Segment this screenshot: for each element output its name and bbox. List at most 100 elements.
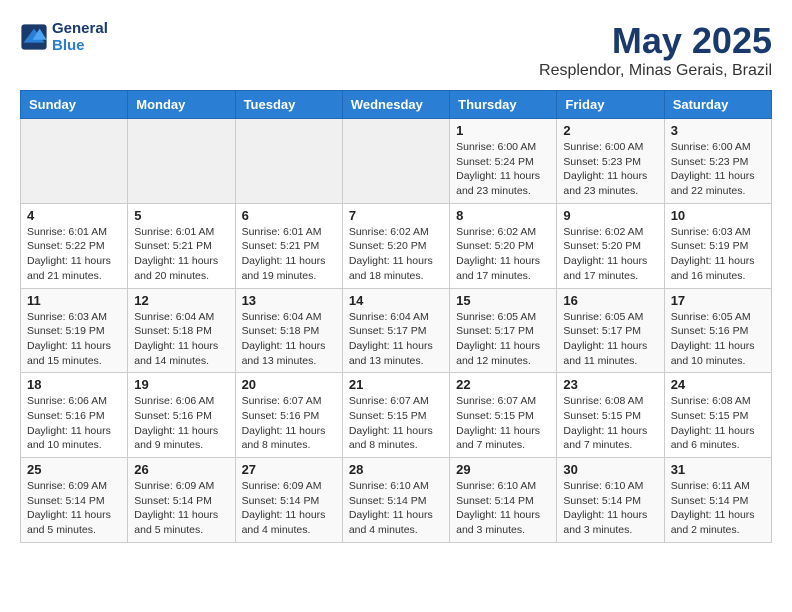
calendar-cell: 30 Sunrise: 6:10 AM Sunset: 5:14 PM Dayli… xyxy=(557,458,664,543)
day-info: Sunrise: 6:02 AM Sunset: 5:20 PM Dayligh… xyxy=(349,225,443,284)
logo-icon xyxy=(20,23,48,51)
day-info: Sunrise: 6:02 AM Sunset: 5:20 PM Dayligh… xyxy=(456,225,550,284)
calendar-cell: 5Sunrise: 6:01 AM Sunset: 5:21 PM Daylig… xyxy=(128,203,235,288)
logo-text: General Blue xyxy=(52,20,108,54)
day-number: 29 xyxy=(456,462,550,477)
calendar-cell: 16Sunrise: 6:05 AM Sunset: 5:17 PM Dayli… xyxy=(557,288,664,373)
header: General Blue May 2025 Resplendor, Minas … xyxy=(20,20,772,80)
day-info: Sunrise: 6:09 AM Sunset: 5:14 PM Dayligh… xyxy=(134,479,228,538)
day-number: 25 xyxy=(27,462,121,477)
day-info: Sunrise: 6:07 AM Sunset: 5:16 PM Dayligh… xyxy=(242,394,336,453)
calendar-cell: 9 Sunrise: 6:02 AM Sunset: 5:20 PM Daylig… xyxy=(557,203,664,288)
calendar-cell: 2Sunrise: 6:00 AM Sunset: 5:23 PM Daylig… xyxy=(557,119,664,204)
day-info: Sunrise: 6:05 AM Sunset: 5:16 PM Dayligh… xyxy=(671,310,765,369)
day-info: Sunrise: 6:03 AM Sunset: 5:19 PM Dayligh… xyxy=(27,310,121,369)
calendar-cell: 26 Sunrise: 6:09 AM Sunset: 5:14 PM Dayli… xyxy=(128,458,235,543)
calendar-cell xyxy=(21,119,128,204)
calendar-body: 1Sunrise: 6:00 AM Sunset: 5:24 PM Daylig… xyxy=(21,119,772,543)
calendar-cell: 18 Sunrise: 6:06 AM Sunset: 5:16 PM Dayli… xyxy=(21,373,128,458)
header-day-tuesday: Tuesday xyxy=(235,91,342,119)
calendar-cell: 4 Sunrise: 6:01 AM Sunset: 5:22 PM Daylig… xyxy=(21,203,128,288)
calendar-cell: 23Sunrise: 6:08 AM Sunset: 5:15 PM Dayli… xyxy=(557,373,664,458)
calendar-cell: 17 Sunrise: 6:05 AM Sunset: 5:16 PM Dayli… xyxy=(664,288,771,373)
header-day-saturday: Saturday xyxy=(664,91,771,119)
title-area: May 2025 Resplendor, Minas Gerais, Brazi… xyxy=(539,20,772,80)
day-info: Sunrise: 6:00 AM Sunset: 5:23 PM Dayligh… xyxy=(563,140,657,199)
header-day-thursday: Thursday xyxy=(450,91,557,119)
calendar-cell: 19 Sunrise: 6:06 AM Sunset: 5:16 PM Dayli… xyxy=(128,373,235,458)
day-info: Sunrise: 6:06 AM Sunset: 5:16 PM Dayligh… xyxy=(27,394,121,453)
calendar-table: SundayMondayTuesdayWednesdayThursdayFrid… xyxy=(20,90,772,543)
day-number: 14 xyxy=(349,293,443,308)
day-info: Sunrise: 6:01 AM Sunset: 5:21 PM Dayligh… xyxy=(134,225,228,284)
calendar-cell: 31Sunrise: 6:11 AM Sunset: 5:14 PM Dayli… xyxy=(664,458,771,543)
day-info: Sunrise: 6:09 AM Sunset: 5:14 PM Dayligh… xyxy=(27,479,121,538)
header-day-wednesday: Wednesday xyxy=(342,91,449,119)
calendar-cell: 21 Sunrise: 6:07 AM Sunset: 5:15 PM Dayli… xyxy=(342,373,449,458)
week-row-2: 4 Sunrise: 6:01 AM Sunset: 5:22 PM Daylig… xyxy=(21,203,772,288)
day-number: 30 xyxy=(563,462,657,477)
header-day-monday: Monday xyxy=(128,91,235,119)
calendar-cell: 25 Sunrise: 6:09 AM Sunset: 5:14 PM Dayli… xyxy=(21,458,128,543)
day-number: 13 xyxy=(242,293,336,308)
day-number: 4 xyxy=(27,208,121,223)
day-info: Sunrise: 6:07 AM Sunset: 5:15 PM Dayligh… xyxy=(349,394,443,453)
calendar-cell: 12Sunrise: 6:04 AM Sunset: 5:18 PM Dayli… xyxy=(128,288,235,373)
day-info: Sunrise: 6:02 AM Sunset: 5:20 PM Dayligh… xyxy=(563,225,657,284)
calendar-cell: 15Sunrise: 6:05 AM Sunset: 5:17 PM Dayli… xyxy=(450,288,557,373)
day-number: 8 xyxy=(456,208,550,223)
day-info: Sunrise: 6:04 AM Sunset: 5:18 PM Dayligh… xyxy=(242,310,336,369)
week-row-3: 11 Sunrise: 6:03 AM Sunset: 5:19 PM Dayli… xyxy=(21,288,772,373)
day-number: 20 xyxy=(242,377,336,392)
week-row-5: 25 Sunrise: 6:09 AM Sunset: 5:14 PM Dayli… xyxy=(21,458,772,543)
day-number: 27 xyxy=(242,462,336,477)
day-number: 6 xyxy=(242,208,336,223)
day-number: 7 xyxy=(349,208,443,223)
day-info: Sunrise: 6:00 AM Sunset: 5:23 PM Dayligh… xyxy=(671,140,765,199)
calendar-cell: 3 Sunrise: 6:00 AM Sunset: 5:23 PM Daylig… xyxy=(664,119,771,204)
calendar-cell: 8 Sunrise: 6:02 AM Sunset: 5:20 PM Daylig… xyxy=(450,203,557,288)
calendar-cell: 24 Sunrise: 6:08 AM Sunset: 5:15 PM Dayli… xyxy=(664,373,771,458)
week-row-1: 1Sunrise: 6:00 AM Sunset: 5:24 PM Daylig… xyxy=(21,119,772,204)
calendar-cell: 29 Sunrise: 6:10 AM Sunset: 5:14 PM Dayli… xyxy=(450,458,557,543)
calendar-cell: 11 Sunrise: 6:03 AM Sunset: 5:19 PM Dayli… xyxy=(21,288,128,373)
calendar-cell xyxy=(128,119,235,204)
day-number: 11 xyxy=(27,293,121,308)
day-info: Sunrise: 6:01 AM Sunset: 5:22 PM Dayligh… xyxy=(27,225,121,284)
calendar-cell: 14 Sunrise: 6:04 AM Sunset: 5:17 PM Dayli… xyxy=(342,288,449,373)
day-number: 9 xyxy=(563,208,657,223)
day-number: 3 xyxy=(671,123,765,138)
day-info: Sunrise: 6:08 AM Sunset: 5:15 PM Dayligh… xyxy=(563,394,657,453)
day-info: Sunrise: 6:08 AM Sunset: 5:15 PM Dayligh… xyxy=(671,394,765,453)
day-info: Sunrise: 6:04 AM Sunset: 5:17 PM Dayligh… xyxy=(349,310,443,369)
day-info: Sunrise: 6:10 AM Sunset: 5:14 PM Dayligh… xyxy=(456,479,550,538)
day-info: Sunrise: 6:04 AM Sunset: 5:18 PM Dayligh… xyxy=(134,310,228,369)
day-number: 1 xyxy=(456,123,550,138)
day-info: Sunrise: 6:11 AM Sunset: 5:14 PM Dayligh… xyxy=(671,479,765,538)
day-number: 22 xyxy=(456,377,550,392)
day-number: 10 xyxy=(671,208,765,223)
calendar-cell: 10Sunrise: 6:03 AM Sunset: 5:19 PM Dayli… xyxy=(664,203,771,288)
calendar-cell: 13 Sunrise: 6:04 AM Sunset: 5:18 PM Dayli… xyxy=(235,288,342,373)
day-number: 28 xyxy=(349,462,443,477)
day-info: Sunrise: 6:07 AM Sunset: 5:15 PM Dayligh… xyxy=(456,394,550,453)
day-info: Sunrise: 6:01 AM Sunset: 5:21 PM Dayligh… xyxy=(242,225,336,284)
day-info: Sunrise: 6:10 AM Sunset: 5:14 PM Dayligh… xyxy=(563,479,657,538)
calendar-cell: 7 Sunrise: 6:02 AM Sunset: 5:20 PM Daylig… xyxy=(342,203,449,288)
header-row: SundayMondayTuesdayWednesdayThursdayFrid… xyxy=(21,91,772,119)
header-day-friday: Friday xyxy=(557,91,664,119)
day-number: 19 xyxy=(134,377,228,392)
day-number: 17 xyxy=(671,293,765,308)
month-title: May 2025 xyxy=(539,20,772,62)
day-info: Sunrise: 6:06 AM Sunset: 5:16 PM Dayligh… xyxy=(134,394,228,453)
day-number: 16 xyxy=(563,293,657,308)
day-number: 26 xyxy=(134,462,228,477)
calendar-cell: 1Sunrise: 6:00 AM Sunset: 5:24 PM Daylig… xyxy=(450,119,557,204)
calendar-cell: 6 Sunrise: 6:01 AM Sunset: 5:21 PM Daylig… xyxy=(235,203,342,288)
day-number: 18 xyxy=(27,377,121,392)
logo: General Blue xyxy=(20,20,108,54)
calendar-cell: 28Sunrise: 6:10 AM Sunset: 5:14 PM Dayli… xyxy=(342,458,449,543)
day-number: 24 xyxy=(671,377,765,392)
day-number: 15 xyxy=(456,293,550,308)
day-number: 21 xyxy=(349,377,443,392)
